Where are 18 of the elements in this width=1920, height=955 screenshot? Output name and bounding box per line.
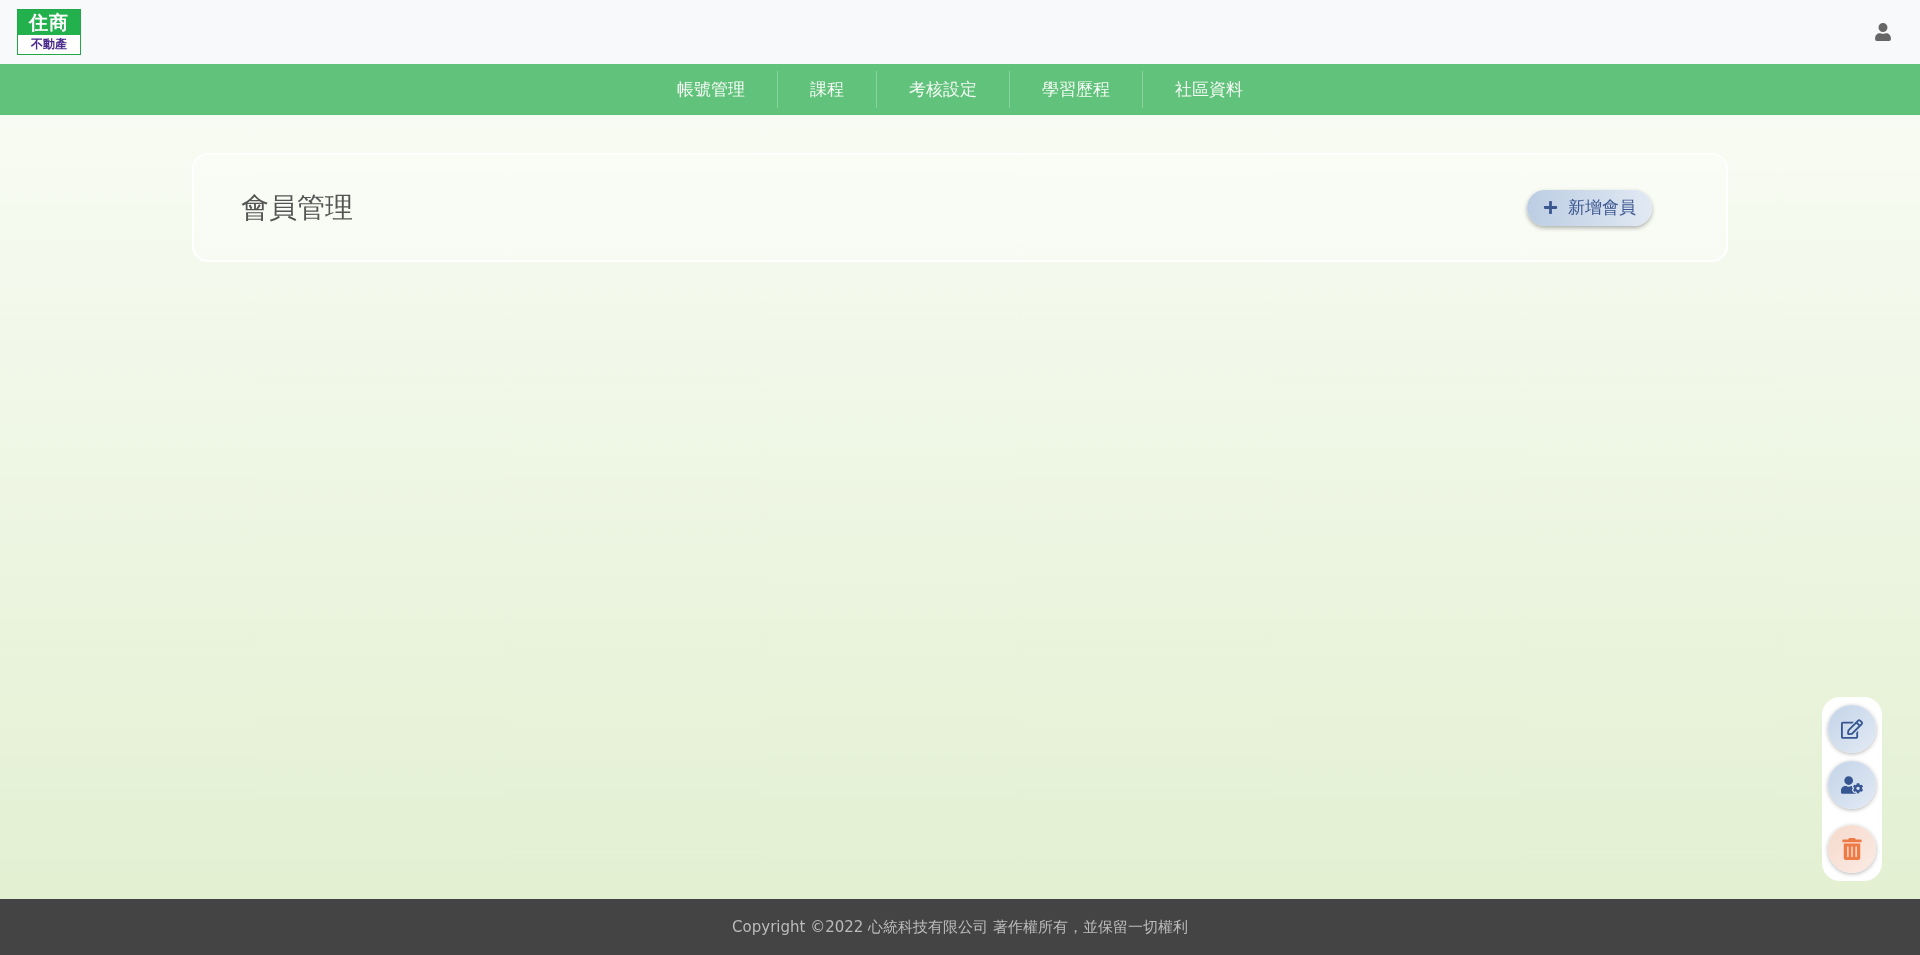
plus-icon bbox=[1543, 200, 1558, 215]
page-title: 會員管理 bbox=[241, 189, 353, 226]
delete-button[interactable] bbox=[1828, 825, 1876, 873]
user-gear-icon bbox=[1841, 774, 1863, 796]
user-settings-button[interactable] bbox=[1828, 761, 1876, 809]
nav-link[interactable]: 學習歷程 bbox=[1009, 71, 1142, 108]
edit-icon bbox=[1841, 718, 1863, 740]
user-icon[interactable] bbox=[1874, 23, 1892, 41]
logo-subtext: 不動產 bbox=[30, 36, 68, 53]
edit-button[interactable] bbox=[1828, 705, 1876, 753]
nav-link[interactable]: 課程 bbox=[777, 71, 876, 108]
nav-link[interactable]: 社區資料 bbox=[1142, 71, 1275, 108]
nav-link[interactable]: 考核設定 bbox=[876, 71, 1009, 108]
copyright-text: Copyright ©2022 心統科技有限公司 著作權所有，並保留一切權利 bbox=[732, 917, 1188, 937]
nav-link[interactable]: 帳號管理 bbox=[645, 71, 777, 108]
logo-text: 住商 bbox=[18, 10, 80, 35]
trash-icon bbox=[1841, 838, 1863, 860]
add-member-button[interactable]: 新增會員 bbox=[1527, 189, 1652, 226]
